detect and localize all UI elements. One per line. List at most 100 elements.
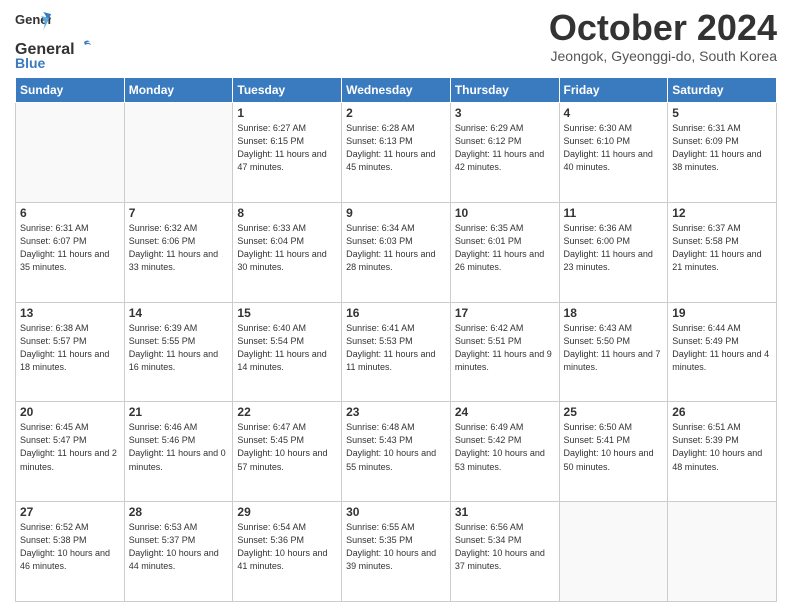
day-info: Sunrise: 6:28 AM Sunset: 6:13 PM Dayligh… [346, 122, 446, 174]
calendar-cell: 5 Sunrise: 6:31 AM Sunset: 6:09 PM Daylig… [668, 103, 777, 203]
calendar-cell [16, 103, 125, 203]
calendar-cell: 30 Sunrise: 6:55 AM Sunset: 5:35 PM Dayli… [342, 502, 451, 602]
day-number: 6 [20, 206, 120, 220]
header: General General Blue October 2024 Jeongo… [15, 10, 777, 71]
calendar-cell: 25 Sunrise: 6:50 AM Sunset: 5:41 PM Dayli… [559, 402, 668, 502]
day-number: 16 [346, 306, 446, 320]
logo-icon: General [15, 10, 51, 38]
day-number: 20 [20, 405, 120, 419]
day-number: 22 [237, 405, 337, 419]
calendar-cell: 20 Sunrise: 6:45 AM Sunset: 5:47 PM Dayli… [16, 402, 125, 502]
day-number: 27 [20, 505, 120, 519]
day-number: 25 [564, 405, 664, 419]
calendar-week-row: 6 Sunrise: 6:31 AM Sunset: 6:07 PM Daylig… [16, 202, 777, 302]
calendar-cell: 10 Sunrise: 6:35 AM Sunset: 6:01 PM Dayli… [450, 202, 559, 302]
calendar-cell: 22 Sunrise: 6:47 AM Sunset: 5:45 PM Dayli… [233, 402, 342, 502]
location-subtitle: Jeongok, Gyeonggi-do, South Korea [549, 48, 777, 64]
day-info: Sunrise: 6:49 AM Sunset: 5:42 PM Dayligh… [455, 421, 555, 473]
day-info: Sunrise: 6:30 AM Sunset: 6:10 PM Dayligh… [564, 122, 664, 174]
calendar-week-row: 27 Sunrise: 6:52 AM Sunset: 5:38 PM Dayli… [16, 502, 777, 602]
day-number: 29 [237, 505, 337, 519]
calendar-header-row: SundayMondayTuesdayWednesdayThursdayFrid… [16, 78, 777, 103]
day-info: Sunrise: 6:53 AM Sunset: 5:37 PM Dayligh… [129, 521, 229, 573]
day-number: 14 [129, 306, 229, 320]
calendar-cell: 3Sunrise: 6:29 AM Sunset: 6:12 PM Daylig… [450, 103, 559, 203]
calendar-cell: 24Sunrise: 6:49 AM Sunset: 5:42 PM Dayli… [450, 402, 559, 502]
calendar-cell: 15 Sunrise: 6:40 AM Sunset: 5:54 PM Dayli… [233, 302, 342, 402]
day-number: 31 [455, 505, 555, 519]
day-number: 7 [129, 206, 229, 220]
day-number: 13 [20, 306, 120, 320]
calendar-cell: 6 Sunrise: 6:31 AM Sunset: 6:07 PM Daylig… [16, 202, 125, 302]
page: General General Blue October 2024 Jeongo… [0, 0, 792, 612]
day-info: Sunrise: 6:46 AM Sunset: 5:46 PM Dayligh… [129, 421, 229, 473]
calendar-day-header: Sunday [16, 78, 125, 103]
calendar-cell: 23Sunrise: 6:48 AM Sunset: 5:43 PM Dayli… [342, 402, 451, 502]
calendar-cell [559, 502, 668, 602]
day-number: 17 [455, 306, 555, 320]
calendar-cell: 21Sunrise: 6:46 AM Sunset: 5:46 PM Dayli… [124, 402, 233, 502]
day-info: Sunrise: 6:51 AM Sunset: 5:39 PM Dayligh… [672, 421, 772, 473]
calendar-cell [668, 502, 777, 602]
day-info: Sunrise: 6:50 AM Sunset: 5:41 PM Dayligh… [564, 421, 664, 473]
calendar-day-header: Wednesday [342, 78, 451, 103]
day-info: Sunrise: 6:31 AM Sunset: 6:09 PM Dayligh… [672, 122, 772, 174]
calendar-cell: 31 Sunrise: 6:56 AM Sunset: 5:34 PM Dayli… [450, 502, 559, 602]
day-info: Sunrise: 6:33 AM Sunset: 6:04 PM Dayligh… [237, 222, 337, 274]
day-number: 10 [455, 206, 555, 220]
day-info: Sunrise: 6:35 AM Sunset: 6:01 PM Dayligh… [455, 222, 555, 274]
day-info: Sunrise: 6:37 AM Sunset: 5:58 PM Dayligh… [672, 222, 772, 274]
logo: General General Blue [15, 10, 93, 71]
day-number: 15 [237, 306, 337, 320]
day-number: 1 [237, 106, 337, 120]
day-info: Sunrise: 6:41 AM Sunset: 5:53 PM Dayligh… [346, 322, 446, 374]
calendar-cell: 2 Sunrise: 6:28 AM Sunset: 6:13 PM Daylig… [342, 103, 451, 203]
logo-blue: Blue [15, 55, 45, 71]
calendar-cell: 18 Sunrise: 6:43 AM Sunset: 5:50 PM Dayli… [559, 302, 668, 402]
day-info: Sunrise: 6:31 AM Sunset: 6:07 PM Dayligh… [20, 222, 120, 274]
day-info: Sunrise: 6:38 AM Sunset: 5:57 PM Dayligh… [20, 322, 120, 374]
calendar-cell: 19Sunrise: 6:44 AM Sunset: 5:49 PM Dayli… [668, 302, 777, 402]
day-info: Sunrise: 6:39 AM Sunset: 5:55 PM Dayligh… [129, 322, 229, 374]
day-number: 11 [564, 206, 664, 220]
day-info: Sunrise: 6:45 AM Sunset: 5:47 PM Dayligh… [20, 421, 120, 473]
calendar-cell: 28 Sunrise: 6:53 AM Sunset: 5:37 PM Dayli… [124, 502, 233, 602]
calendar-cell [124, 103, 233, 203]
day-info: Sunrise: 6:42 AM Sunset: 5:51 PM Dayligh… [455, 322, 555, 374]
day-info: Sunrise: 6:47 AM Sunset: 5:45 PM Dayligh… [237, 421, 337, 473]
day-info: Sunrise: 6:48 AM Sunset: 5:43 PM Dayligh… [346, 421, 446, 473]
calendar-cell: 11 Sunrise: 6:36 AM Sunset: 6:00 PM Dayli… [559, 202, 668, 302]
title-block: October 2024 Jeongok, Gyeonggi-do, South… [549, 10, 777, 64]
calendar-cell: 17 Sunrise: 6:42 AM Sunset: 5:51 PM Dayli… [450, 302, 559, 402]
day-number: 12 [672, 206, 772, 220]
day-number: 3 [455, 106, 555, 120]
day-number: 2 [346, 106, 446, 120]
day-info: Sunrise: 6:52 AM Sunset: 5:38 PM Dayligh… [20, 521, 120, 573]
month-title: October 2024 [549, 10, 777, 46]
logo-bird-icon [76, 38, 92, 54]
calendar-cell: 27 Sunrise: 6:52 AM Sunset: 5:38 PM Dayli… [16, 502, 125, 602]
day-number: 5 [672, 106, 772, 120]
day-info: Sunrise: 6:54 AM Sunset: 5:36 PM Dayligh… [237, 521, 337, 573]
calendar-day-header: Tuesday [233, 78, 342, 103]
day-number: 30 [346, 505, 446, 519]
day-info: Sunrise: 6:44 AM Sunset: 5:49 PM Dayligh… [672, 322, 772, 374]
calendar-cell: 4 Sunrise: 6:30 AM Sunset: 6:10 PM Daylig… [559, 103, 668, 203]
day-number: 4 [564, 106, 664, 120]
calendar-cell: 26 Sunrise: 6:51 AM Sunset: 5:39 PM Dayli… [668, 402, 777, 502]
calendar-cell: 7Sunrise: 6:32 AM Sunset: 6:06 PM Daylig… [124, 202, 233, 302]
calendar-day-header: Monday [124, 78, 233, 103]
calendar-day-header: Friday [559, 78, 668, 103]
day-info: Sunrise: 6:40 AM Sunset: 5:54 PM Dayligh… [237, 322, 337, 374]
day-info: Sunrise: 6:43 AM Sunset: 5:50 PM Dayligh… [564, 322, 664, 374]
day-info: Sunrise: 6:55 AM Sunset: 5:35 PM Dayligh… [346, 521, 446, 573]
day-info: Sunrise: 6:56 AM Sunset: 5:34 PM Dayligh… [455, 521, 555, 573]
day-info: Sunrise: 6:27 AM Sunset: 6:15 PM Dayligh… [237, 122, 337, 174]
day-number: 18 [564, 306, 664, 320]
calendar-week-row: 13 Sunrise: 6:38 AM Sunset: 5:57 PM Dayli… [16, 302, 777, 402]
day-number: 26 [672, 405, 772, 419]
day-number: 28 [129, 505, 229, 519]
calendar-week-row: 20 Sunrise: 6:45 AM Sunset: 5:47 PM Dayli… [16, 402, 777, 502]
calendar-day-header: Thursday [450, 78, 559, 103]
day-info: Sunrise: 6:36 AM Sunset: 6:00 PM Dayligh… [564, 222, 664, 274]
